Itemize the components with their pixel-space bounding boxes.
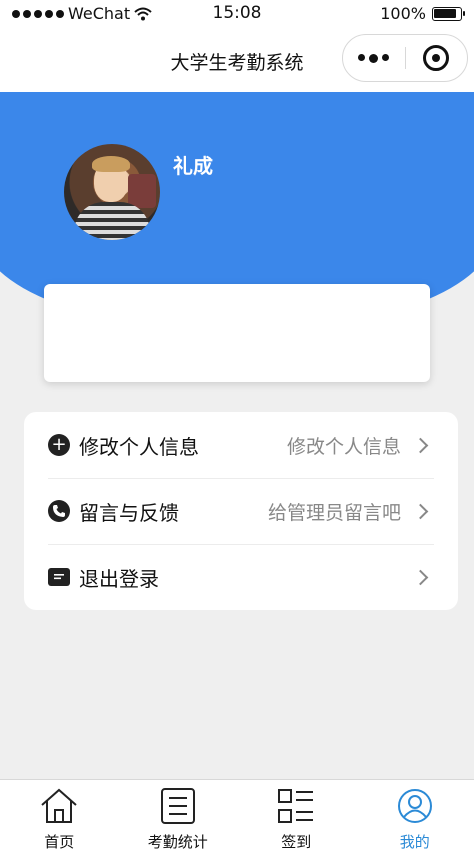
avatar-hair <box>92 156 130 172</box>
tab-bar: 首页 考勤统计 签到 我的 <box>0 779 474 852</box>
profile-page: WeChat 15:08 100% 大学生考勤系统 礼成 + 修改个人信息 修改… <box>0 0 474 852</box>
nav-bar: 大学生考勤系统 <box>0 28 474 92</box>
tab-check-in[interactable]: 签到 <box>237 780 356 852</box>
chevron-right-icon <box>412 503 429 519</box>
battery-icon <box>432 6 465 21</box>
home-icon <box>39 786 79 825</box>
list-icon <box>158 786 198 825</box>
menu-item-feedback[interactable]: 留言与反馈 给管理员留言吧 <box>48 478 458 544</box>
status-right: 100% <box>380 4 465 23</box>
menu-item-logout[interactable]: 退出登录 <box>48 544 458 610</box>
close-button[interactable] <box>406 45 468 71</box>
menu-item-value: 修改个人信息 <box>286 435 401 458</box>
battery-percent: 100% <box>380 4 426 23</box>
more-icon[interactable] <box>343 53 405 63</box>
grid-list-icon <box>276 786 316 825</box>
menu-item-edit-profile[interactable]: + 修改个人信息 修改个人信息 <box>48 412 458 478</box>
chevron-right-icon <box>412 569 429 585</box>
message-icon <box>48 568 70 586</box>
menu-item-label: 退出登录 <box>79 566 159 591</box>
avatar-background <box>128 174 156 208</box>
avatar-shirt <box>74 202 150 240</box>
menu-item-value: 给管理员留言吧 <box>267 501 401 524</box>
settings-menu: + 修改个人信息 修改个人信息 留言与反馈 给管理员留言吧 退出登录 <box>24 412 458 610</box>
status-bar: WeChat 15:08 100% <box>0 0 474 28</box>
chevron-right-icon <box>412 437 429 453</box>
menu-item-label: 留言与反馈 <box>79 500 179 525</box>
info-card <box>44 284 430 382</box>
close-icon <box>423 45 450 71</box>
plus-circle-icon: + <box>48 434 70 456</box>
menu-item-label: 修改个人信息 <box>79 434 199 459</box>
tab-mine[interactable]: 我的 <box>356 780 474 852</box>
phone-icon <box>48 500 70 522</box>
tab-attendance-stats[interactable]: 考勤统计 <box>119 780 238 852</box>
avatar[interactable] <box>64 144 160 240</box>
tab-home[interactable]: 首页 <box>0 780 119 852</box>
user-icon <box>395 786 435 825</box>
user-name: 礼成 <box>173 154 213 178</box>
mini-program-capsule <box>342 34 468 82</box>
